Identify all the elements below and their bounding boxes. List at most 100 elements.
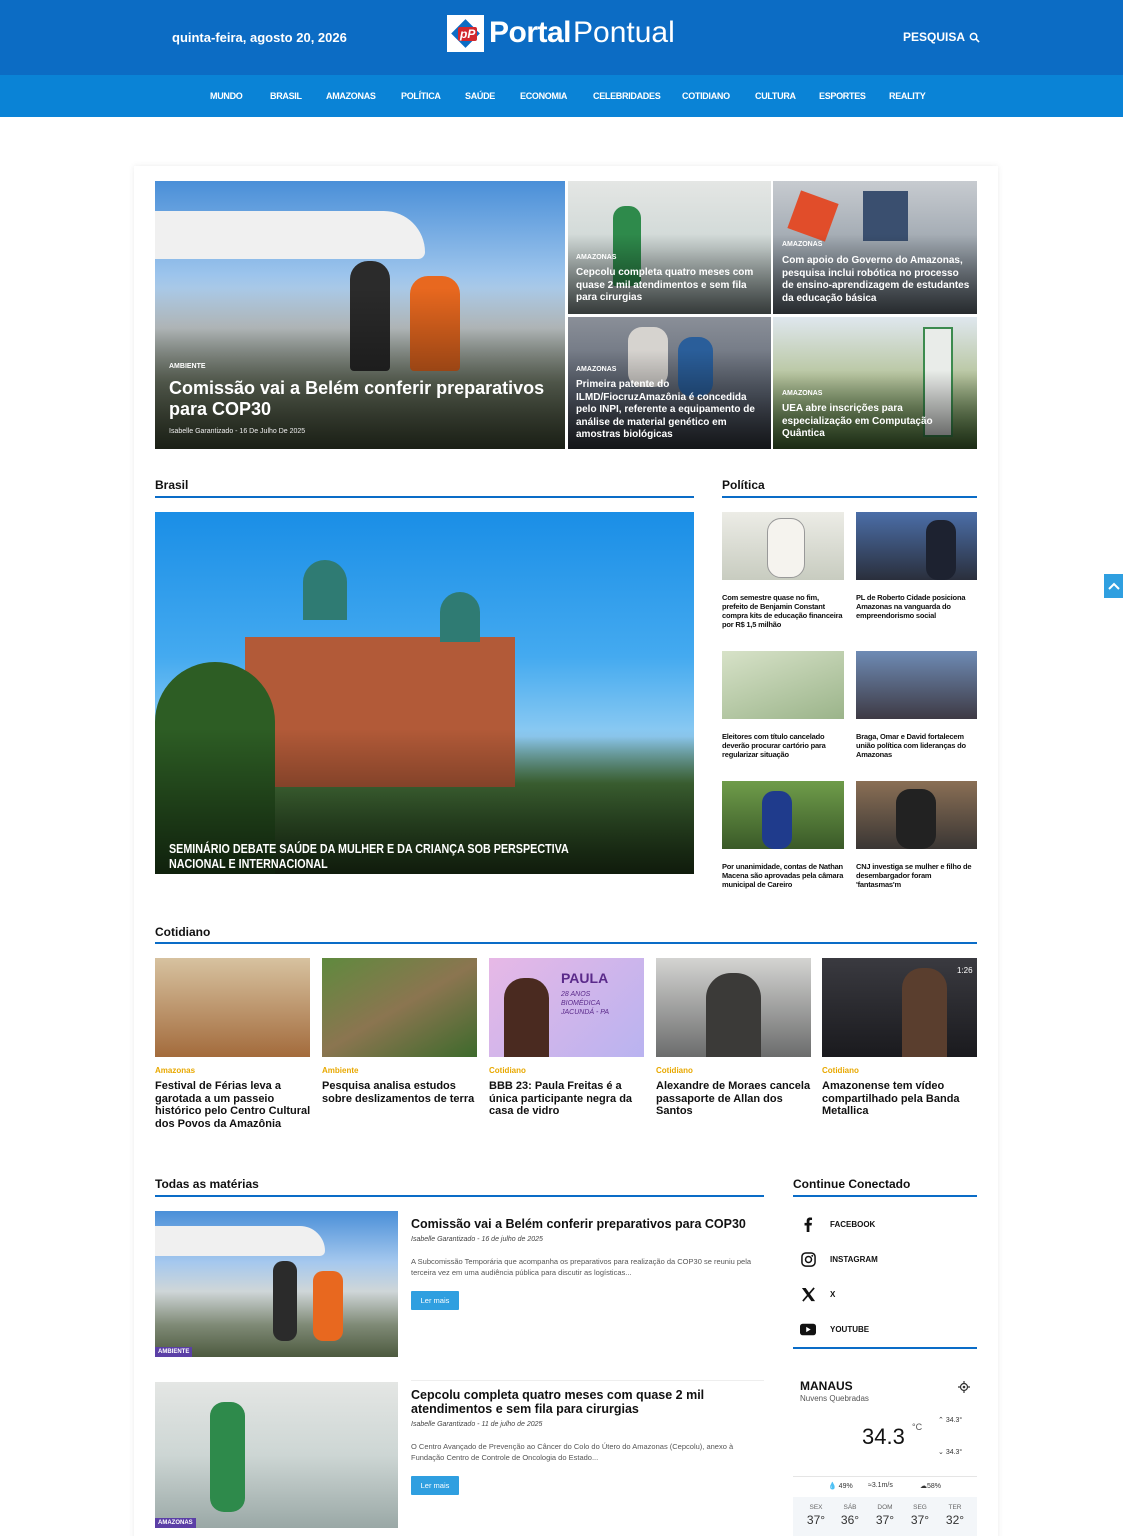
- tile-title[interactable]: Primeira patente do ILMD/FiocruzAmazônia…: [576, 379, 766, 442]
- politica-title[interactable]: Por unanimidade, contas de Nathan Macena…: [722, 862, 844, 889]
- list-meta: Isabelle Garantizado - 16 de julho de 20…: [411, 1236, 543, 1243]
- list-date: 16 de julho de 2025: [481, 1236, 543, 1243]
- nav-politica[interactable]: POLÍTICA: [401, 91, 441, 101]
- section-title-politica[interactable]: Política: [722, 478, 765, 492]
- nav-amazonas[interactable]: AMAZONAS: [326, 91, 376, 101]
- weather-max-value: 34.3°: [945, 1417, 963, 1424]
- location-icon[interactable]: [958, 1380, 970, 1398]
- read-more-button[interactable]: Ler mais: [411, 1291, 459, 1310]
- cotidiano-category[interactable]: Ambiente: [322, 1066, 358, 1075]
- nav-economia[interactable]: ECONOMIA: [520, 91, 567, 101]
- brasil-main-story[interactable]: SEMINÁRIO DEBATE SAÚDE DA MULHER E DA CR…: [155, 512, 694, 874]
- social-facebook[interactable]: FACEBOOK: [800, 1216, 875, 1232]
- featured-main[interactable]: AMBIENTE Comissão vai a Belém conferir p…: [155, 181, 565, 449]
- politica-title[interactable]: CNJ investiga se mulher e filho de desem…: [856, 862, 978, 889]
- section-underline: [793, 1347, 977, 1349]
- politica-thumb[interactable]: [856, 781, 977, 849]
- category-badge[interactable]: AMAZONAS: [155, 1518, 196, 1528]
- cotidiano-category[interactable]: Cotidiano: [822, 1066, 859, 1075]
- tile-title[interactable]: UEA abre inscrições para especialização …: [782, 403, 952, 441]
- list-title[interactable]: Cepcolu completa quatro meses com quase …: [411, 1388, 751, 1416]
- list-thumb[interactable]: AMBIENTE: [155, 1211, 398, 1357]
- nav-reality[interactable]: REALITY: [889, 91, 926, 101]
- nav-mundo[interactable]: MUNDO: [210, 91, 243, 101]
- cotidiano-thumb[interactable]: [155, 958, 310, 1057]
- politica-title[interactable]: Eleitores com título cancelado deverão p…: [722, 732, 844, 759]
- person-figure: [210, 1402, 245, 1512]
- featured-tile-3[interactable]: AMAZONAS Primeira patente do ILMD/Fiocru…: [568, 317, 771, 449]
- weather-temperature: 34.3: [862, 1424, 905, 1449]
- cotidiano-category[interactable]: Cotidiano: [489, 1066, 526, 1075]
- cotidiano-thumb[interactable]: 1:26: [822, 958, 977, 1057]
- nav-celebridades[interactable]: CELEBRIDADES: [593, 91, 661, 101]
- cotidiano-thumb[interactable]: [656, 958, 811, 1057]
- chevron-up-icon: [1107, 582, 1120, 590]
- featured-tile-4[interactable]: AMAZONAS UEA abre inscrições para especi…: [773, 317, 977, 449]
- tile-category[interactable]: AMAZONAS: [576, 366, 616, 373]
- droplet-icon: 💧: [828, 1483, 837, 1490]
- social-instagram[interactable]: INSTAGRAM: [800, 1251, 878, 1267]
- tile-category[interactable]: AMAZONAS: [782, 390, 822, 397]
- social-label: YOUTUBE: [830, 1324, 870, 1334]
- section-underline: [155, 1195, 764, 1197]
- tile-category[interactable]: AMAZONAS: [576, 254, 616, 261]
- politica-title[interactable]: PL de Roberto Cidade posiciona Amazonas …: [856, 593, 978, 620]
- section-title-brasil[interactable]: Brasil: [155, 478, 188, 492]
- person-figure: [313, 1271, 343, 1341]
- tile-title[interactable]: Cepcolu completa quatro meses com quase …: [576, 267, 766, 305]
- cotidiano-thumb[interactable]: PAULA 28 ANOS BIOMÉDICA JACUNDÁ - PA: [489, 958, 644, 1057]
- politica-thumb[interactable]: [856, 512, 977, 580]
- featured-category[interactable]: AMBIENTE: [169, 363, 206, 370]
- nav-esportes[interactable]: ESPORTES: [819, 91, 866, 101]
- site-logo[interactable]: pP Portal Pontual: [447, 13, 675, 53]
- politica-thumb[interactable]: [722, 781, 844, 849]
- nav-cultura[interactable]: CULTURA: [755, 91, 796, 101]
- cotidiano-category[interactable]: Cotidiano: [656, 1066, 693, 1075]
- wind-value: 3.1m/s: [871, 1482, 893, 1489]
- list-title[interactable]: Comissão vai a Belém conferir preparativ…: [411, 1217, 766, 1231]
- read-more-button[interactable]: Ler mais: [411, 1476, 459, 1495]
- forecast-day: SEG 37°: [902, 1504, 938, 1527]
- youtube-icon: [800, 1321, 816, 1337]
- politica-title[interactable]: Braga, Omar e David fortalecem união pol…: [856, 732, 978, 759]
- weather-humidity: 💧 49%: [828, 1482, 853, 1490]
- nav-saude[interactable]: SAÚDE: [465, 91, 495, 101]
- weather-forecast: SEX 37° SÁB 36° DOM 37° SEG 37° TER 32°: [793, 1497, 977, 1536]
- politica-title[interactable]: Com semestre quase no fim, prefeito de B…: [722, 593, 844, 629]
- nav-brasil[interactable]: BRASIL: [270, 91, 302, 101]
- social-x[interactable]: X: [800, 1286, 835, 1302]
- forecast-day-name: SEG: [913, 1504, 927, 1511]
- featured-title[interactable]: Comissão vai a Belém conferir preparativ…: [169, 378, 554, 420]
- cotidiano-title[interactable]: Pesquisa analisa estudos sobre deslizame…: [322, 1080, 478, 1105]
- cotidiano-title[interactable]: Amazonense tem vídeo compartilhado pela …: [822, 1080, 978, 1118]
- search-button[interactable]: PESQUISA: [903, 30, 980, 44]
- cotidiano-title[interactable]: BBB 23: Paula Freitas é a única particip…: [489, 1080, 645, 1118]
- tile-title[interactable]: Com apoio do Governo do Amazonas, pesqui…: [782, 255, 972, 305]
- nav-cotidiano[interactable]: COTIDIANO: [682, 91, 730, 101]
- list-excerpt: A Subcomissão Temporária que acompanha o…: [411, 1257, 752, 1277]
- cotidiano-title[interactable]: Alexandre de Moraes cancela passaporte d…: [656, 1080, 812, 1118]
- thumb-subtext: 28 ANOS BIOMÉDICA JACUNDÁ - PA: [561, 991, 610, 1016]
- politica-thumb[interactable]: [722, 512, 844, 580]
- image-overlay: [155, 288, 565, 449]
- stadium-roof: [155, 1226, 325, 1256]
- social-label: INSTAGRAM: [830, 1254, 878, 1264]
- list-thumb[interactable]: AMAZONAS: [155, 1382, 398, 1528]
- featured-tile-1[interactable]: AMAZONAS Cepcolu completa quatro meses c…: [568, 181, 771, 314]
- section-underline: [793, 1195, 977, 1197]
- social-label: X: [830, 1289, 836, 1299]
- scroll-to-top-button[interactable]: [1104, 574, 1123, 598]
- section-title-todas[interactable]: Todas as matérias: [155, 1177, 259, 1191]
- cotidiano-category[interactable]: Amazonas: [155, 1066, 195, 1075]
- brasil-headline[interactable]: SEMINÁRIO DEBATE SAÚDE DA MULHER E DA CR…: [169, 842, 616, 872]
- social-youtube[interactable]: YOUTUBE: [800, 1321, 869, 1337]
- category-badge[interactable]: AMBIENTE: [155, 1347, 193, 1357]
- cotidiano-title[interactable]: Festival de Férias leva a garotada a um …: [155, 1080, 311, 1130]
- politica-thumb[interactable]: [722, 651, 844, 719]
- featured-tile-2[interactable]: AMAZONAS Com apoio do Governo do Amazona…: [773, 181, 977, 314]
- politica-thumb[interactable]: [856, 651, 977, 719]
- cotidiano-thumb[interactable]: [322, 958, 477, 1057]
- tile-category[interactable]: AMAZONAS: [782, 241, 822, 248]
- thumb-text: PAULA: [561, 970, 609, 986]
- section-title-cotidiano[interactable]: Cotidiano: [155, 925, 210, 939]
